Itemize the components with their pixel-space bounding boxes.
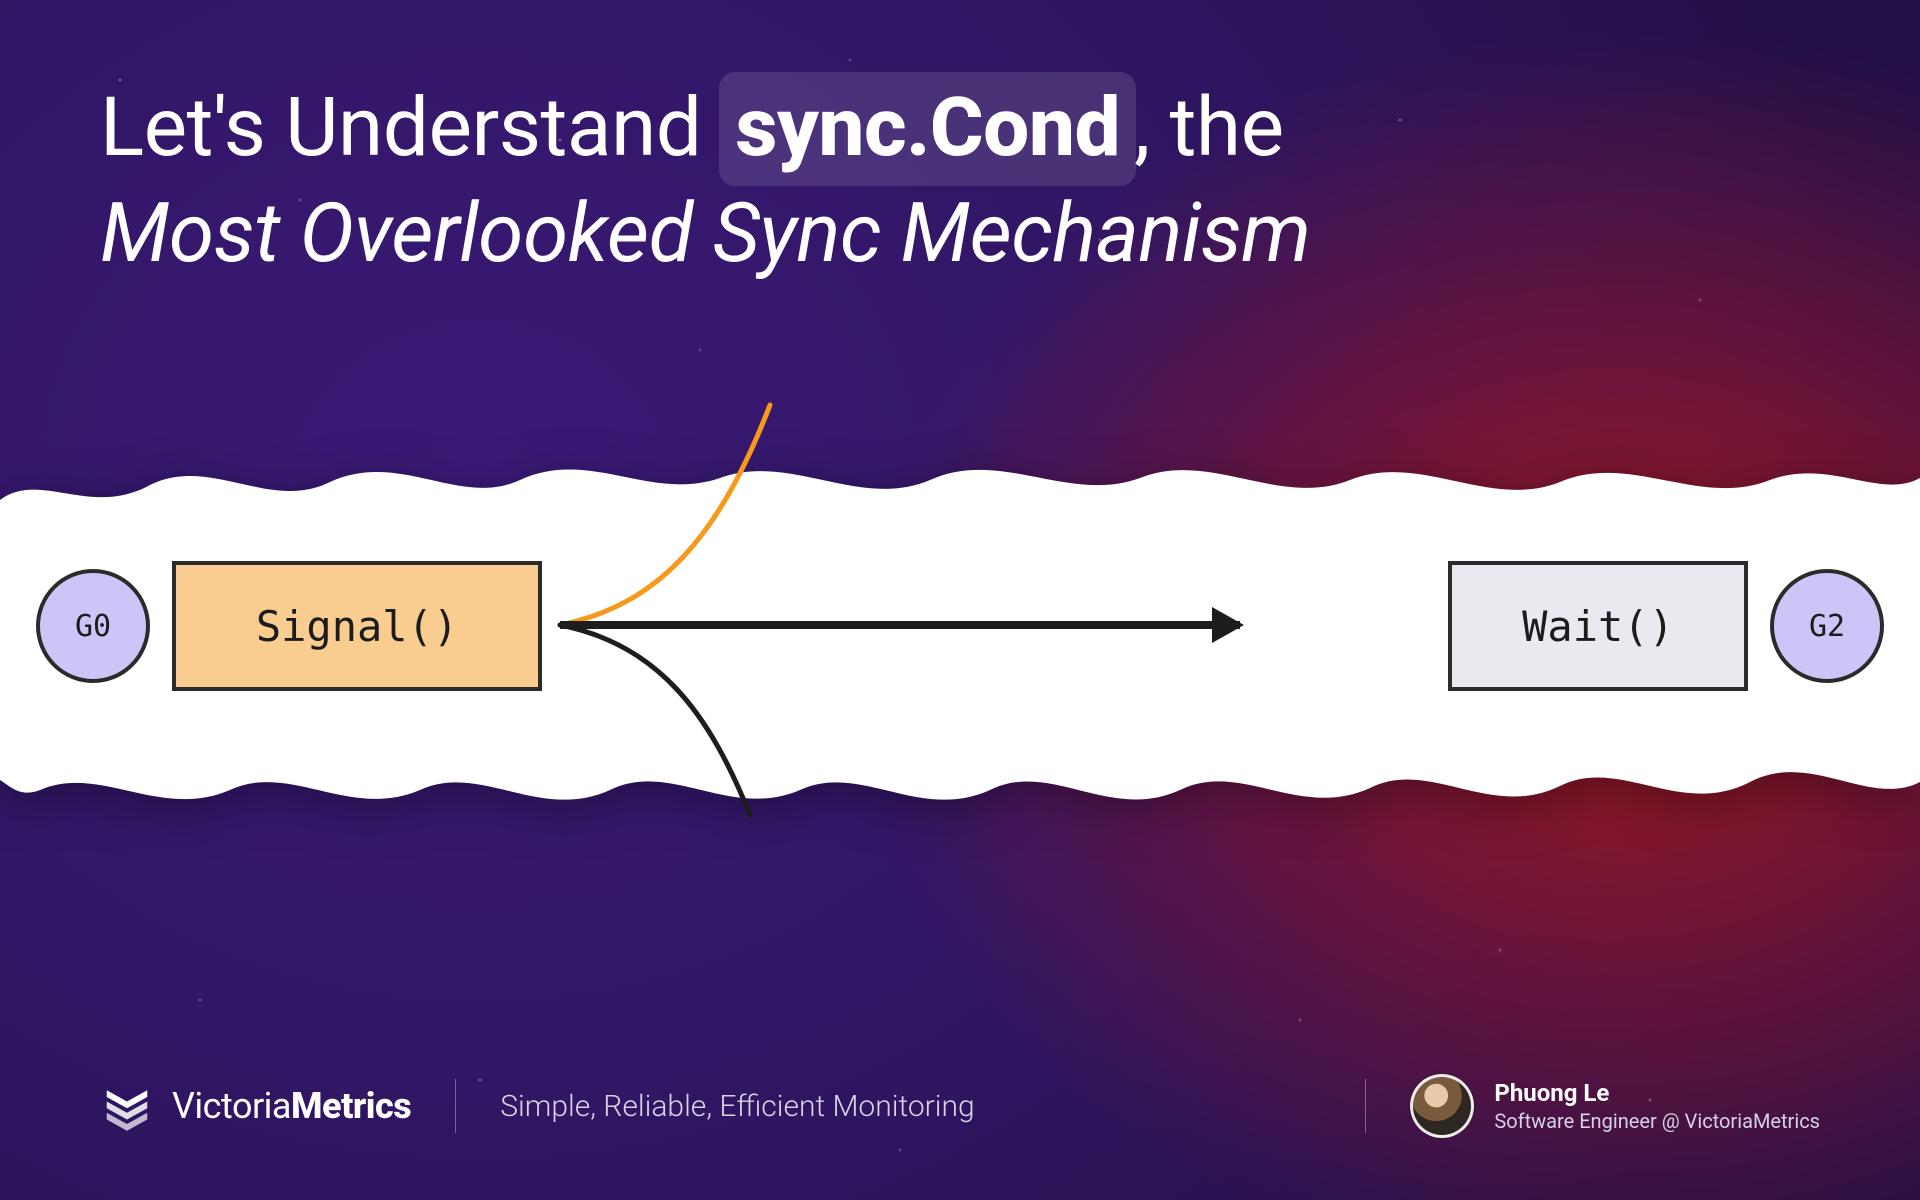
wait-box: Wait(): [1448, 561, 1748, 691]
goroutine-node-g2: G2: [1770, 569, 1884, 683]
arrow-right-icon: [560, 621, 1240, 629]
divider: [455, 1079, 456, 1133]
brand-logo-icon: [100, 1079, 154, 1133]
brand-name-regular: Victoria: [172, 1085, 291, 1127]
tagline: Simple, Reliable, Efficient Monitoring: [500, 1089, 974, 1124]
brand: VictoriaMetrics: [100, 1079, 411, 1133]
author-block: Phuong Le Software Engineer @ VictoriaMe…: [1410, 1074, 1820, 1138]
brand-name: VictoriaMetrics: [172, 1085, 411, 1127]
title-prefix: Let's Understand: [100, 80, 721, 176]
author-role: Software Engineer @ VictoriaMetrics: [1494, 1109, 1820, 1133]
branch-lines: [540, 415, 900, 795]
diagram-strip: G0 Signal() Wait() G2: [0, 430, 1920, 830]
title-highlight: sync.Cond: [721, 78, 1134, 184]
author-text: Phuong Le Software Engineer @ VictoriaMe…: [1494, 1079, 1820, 1133]
brand-name-bold: Metrics: [291, 1085, 411, 1127]
footer: VictoriaMetrics Simple, Reliable, Effici…: [100, 1074, 1820, 1138]
page-title: Let's Understand sync.Cond, the Most Ove…: [100, 78, 1800, 284]
author-name: Phuong Le: [1494, 1079, 1820, 1107]
divider: [1365, 1079, 1366, 1133]
title-suffix: , the: [1134, 80, 1283, 176]
goroutine-node-g0: G0: [36, 569, 150, 683]
signal-box: Signal(): [172, 561, 542, 691]
avatar: [1410, 1074, 1474, 1138]
title-line-2: Most Overlooked Sync Mechanism: [100, 184, 1800, 284]
diagram: G0 Signal() Wait() G2: [0, 535, 1920, 725]
